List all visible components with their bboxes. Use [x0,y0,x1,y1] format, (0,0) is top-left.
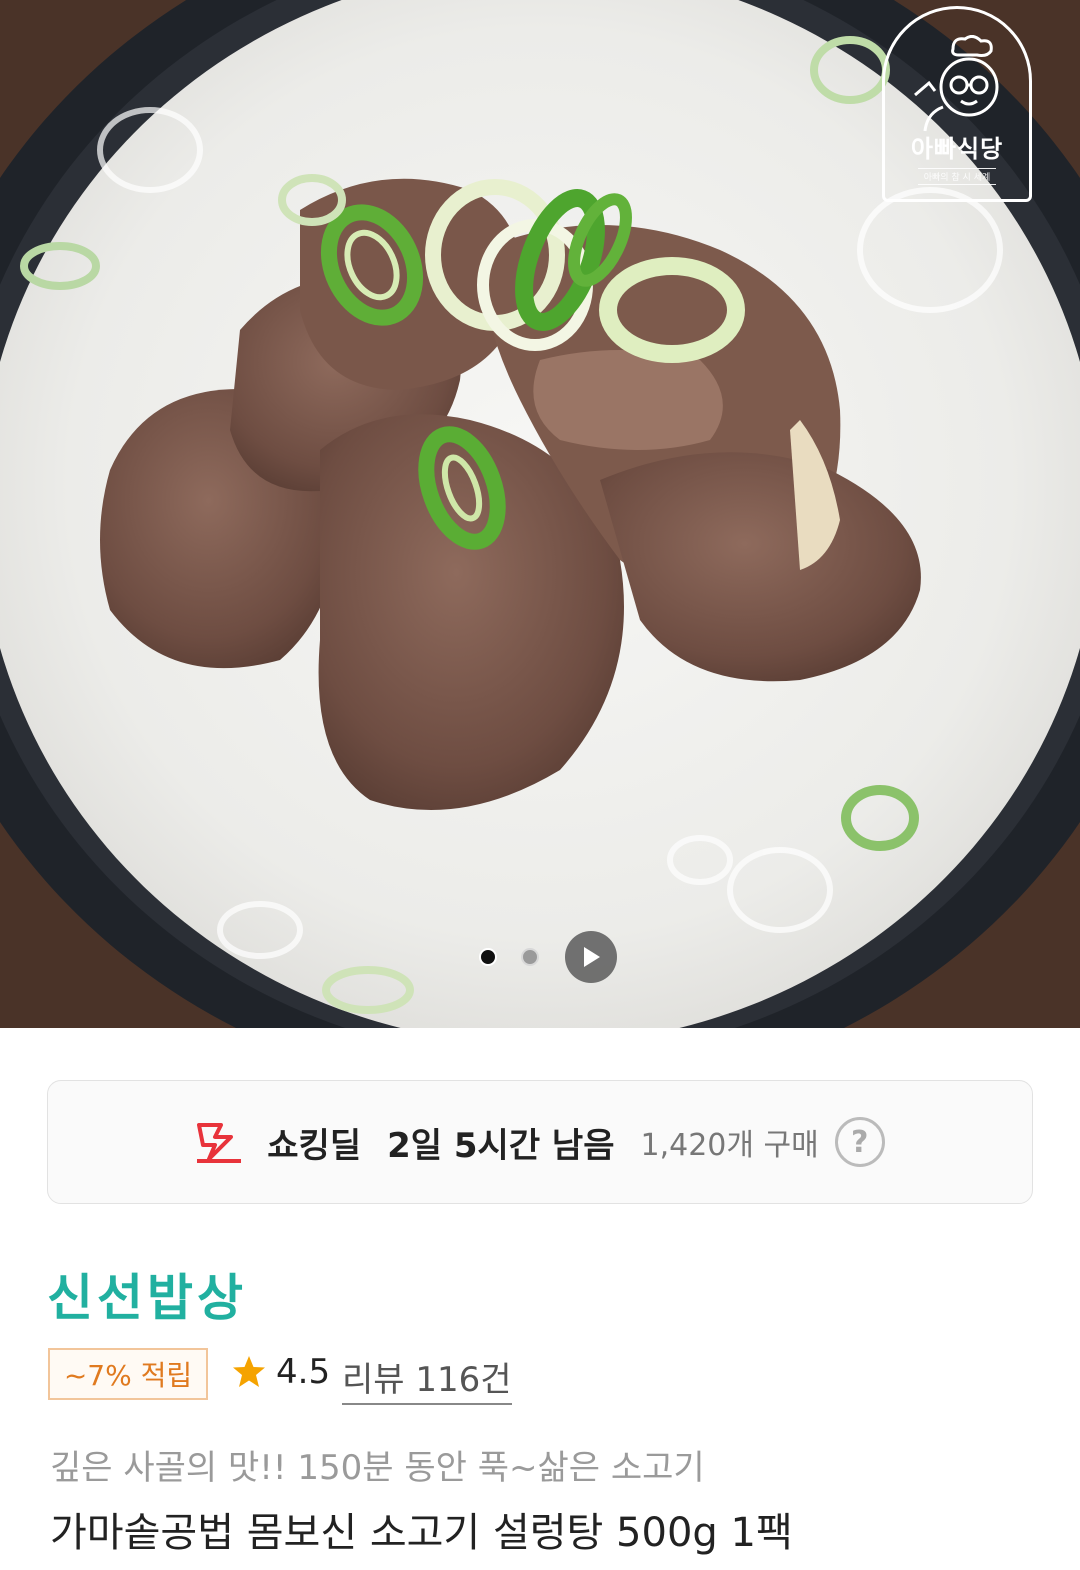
help-icon[interactable]: ? [834,1117,885,1167]
purchase-count: 1,420개 구매 [640,1128,819,1163]
product-page: 아빠식당 아빠의 참 시 세계 쇼킹딜 2일 5시간 남음 1,420개 구매 … [0,0,1080,1570]
shocking-deal-banner: 쇼킹딜 2일 5시간 남음 1,420개 구매 ? [47,1080,1033,1204]
product-subtitle: 깊은 사골의 맛!! 150분 동안 푹~삶은 소고기 [50,1448,705,1488]
reward-badge: ~7% 적립 [48,1348,208,1400]
deal-time-left: 2일 5시간 남음 [387,1125,615,1166]
deal-label: 쇼킹딜 [267,1125,362,1166]
product-title: 가마솥공법 몸보신 소고기 설렁탕 500g 1팩 [50,1510,793,1556]
product-image-carousel[interactable]: 아빠식당 아빠의 참 시 세계 [0,0,1080,1028]
seller-name[interactable]: 신선밥상 [47,1258,247,1330]
star-icon [233,1356,265,1387]
brand-logo: 아빠식당 아빠의 참 시 세계 [882,6,1032,202]
shocking-deal-icon [197,1123,242,1163]
logo-name: 아빠식당 [910,135,1004,163]
carousel-dot-2[interactable] [521,948,539,966]
play-icon [584,947,600,967]
rating-value: 4.5 [276,1352,331,1392]
chef-mascot-icon [914,35,999,132]
carousel-dot-1[interactable] [479,948,497,966]
play-button[interactable] [565,931,617,983]
review-count-link[interactable]: 리뷰 116건 [342,1352,512,1405]
logo-tagline: 아빠의 참 시 세계 [917,168,997,185]
